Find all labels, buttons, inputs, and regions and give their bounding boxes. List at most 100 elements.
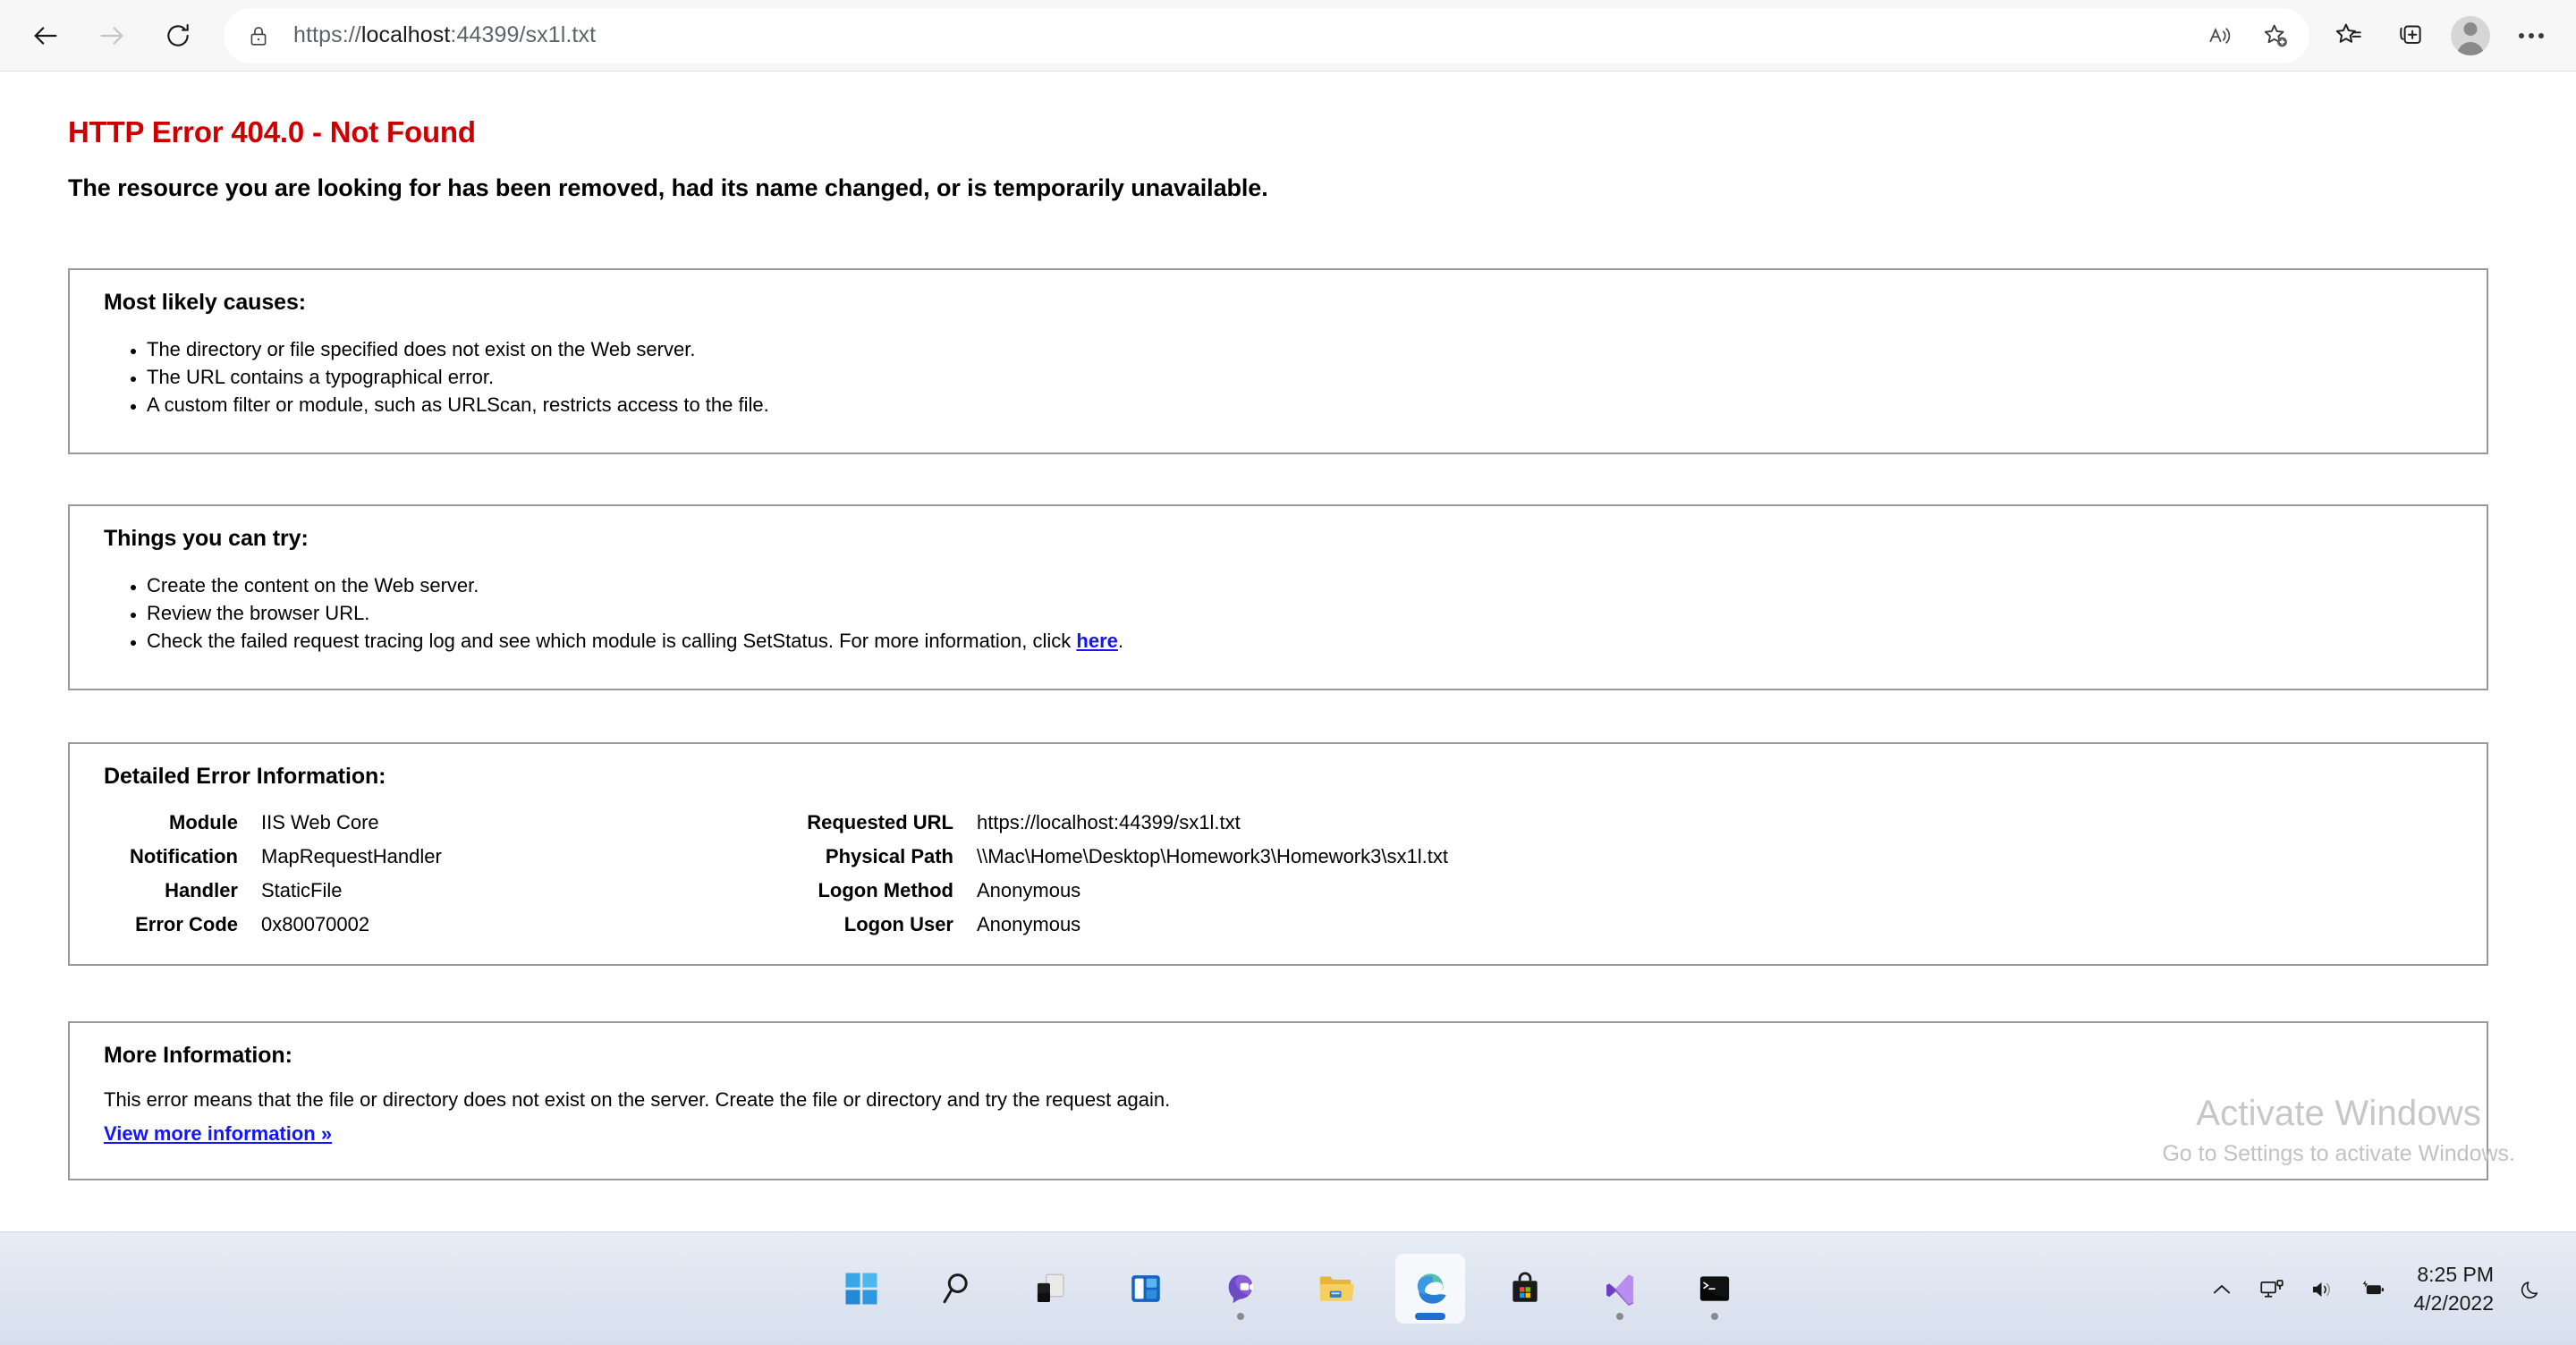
do-not-disturb-moon-icon [2521,1281,2538,1298]
battery-charging-icon [2363,1280,2385,1294]
volume-button[interactable] [2297,1254,2347,1325]
more-information-panel: More Information: This error means that … [68,1021,2488,1180]
url-path: :44399/sx1l.txt [450,22,597,47]
detail-value-notification: MapRequestHandler [261,845,442,867]
microsoft-store-button[interactable] [1490,1254,1560,1324]
more-info-heading: More Information: [104,1043,292,1068]
microsoft-edge-icon [1417,1273,1446,1304]
detail-key-module: Module [169,811,238,833]
visual-studio-button[interactable] [1585,1254,1655,1324]
microsoft-store-icon [1513,1272,1538,1302]
url-host: localhost [360,22,451,47]
network-button[interactable] [2247,1254,2297,1325]
read-aloud-button[interactable] [2195,11,2245,61]
profile-button[interactable] [2442,7,2499,64]
battery-button[interactable] [2347,1254,2397,1325]
url-scheme: https:// [293,22,361,47]
try-text-prefix: Check the failed request tracing log and… [147,630,1077,653]
widgets-icon [1131,1275,1160,1302]
detail-key-physical-path: Physical Path [825,845,953,867]
detail-value-module: IIS Web Core [261,811,379,833]
running-indicator [1616,1313,1623,1320]
back-button[interactable] [18,8,73,63]
clock-time: 8:25 PM [2417,1263,2494,1287]
collections-icon [2400,25,2421,44]
list-item: The URL contains a typographical error. [147,363,2487,391]
try-text-suffix: . [1117,630,1124,653]
address-bar-url: https://localhost:44399/sx1l.txt [293,22,596,48]
add-favorite-icon [2264,24,2287,47]
more-info-text: This error means that the file or direct… [104,1088,1171,1111]
edge-button[interactable] [1395,1254,1465,1324]
detail-key-logon-method: Logon Method [818,879,953,901]
more-options-icon [2519,32,2544,38]
chat-button[interactable] [1206,1254,1275,1324]
clock-date: 4/2/2022 [2413,1290,2494,1315]
settings-and-more-button[interactable] [2503,7,2560,64]
iis-error-page: HTTP Error 404.0 - Not Found The resourc… [0,72,2576,1231]
list-item: The directory or file specified does not… [147,335,2487,363]
back-arrow-icon [34,26,57,45]
view-more-information-link[interactable]: View more information » [104,1122,332,1146]
here-link[interactable]: here [1076,630,1117,652]
avatar [2451,15,2490,55]
browser-actions [2320,7,2576,64]
volume-icon [2313,1282,2331,1297]
widgets-button[interactable] [1111,1254,1181,1324]
chevron-up-icon [2214,1284,2231,1293]
search-icon [943,1273,968,1304]
try-heading: Things you can try: [104,526,309,551]
file-explorer-button[interactable] [1301,1254,1370,1324]
start-button[interactable] [826,1254,896,1324]
list-item: Review the browser URL. [147,599,2487,627]
detail-key-error-code: Error Code [135,913,238,935]
reload-button[interactable] [150,8,206,63]
detail-value-handler: StaticFile [261,879,343,901]
detail-key-logon-user: Logon User [843,913,953,935]
task-view-icon [1037,1273,1064,1303]
task-view-button[interactable] [1016,1254,1086,1324]
detailed-error-panel: Detailed Error Information: Module IIS W… [68,742,2488,966]
detail-value-logon-user: Anonymous [977,913,1081,935]
try-list: Create the content on the Web server. Re… [147,571,2487,656]
detail-value-requested-url: https://localhost:44399/sx1l.txt [977,811,1241,833]
detail-value-error-code: 0x80070002 [261,913,370,935]
chat-teams-icon [1228,1274,1253,1303]
file-explorer-icon [1319,1276,1354,1301]
add-favorite-button[interactable] [2250,11,2301,61]
clock[interactable]: 8:25 PM 4/2/2022 [2397,1261,2506,1316]
windows-logo-icon [845,1273,877,1305]
terminal-button[interactable] [1680,1254,1750,1324]
detail-value-physical-path: \\Mac\Home\Desktop\Homework3\Homework3\s… [977,845,1448,867]
most-likely-causes-panel: Most likely causes: The directory or fil… [68,268,2488,454]
reload-icon [167,23,189,47]
collections-button[interactable] [2381,7,2438,64]
favorites-button[interactable] [2320,7,2377,64]
show-hidden-icons-button[interactable] [2197,1254,2247,1325]
page-subtitle: The resource you are looking for has bee… [68,174,1268,201]
favorites-icon [2335,23,2361,43]
read-aloud-icon [2209,27,2231,44]
detail-value-logon-method: Anonymous [977,879,1081,901]
forward-arrow-icon [100,26,123,45]
address-bar[interactable]: https://localhost:44399/sx1l.txt [224,7,2309,63]
causes-heading: Most likely causes: [104,290,306,315]
causes-list: The directory or file specified does not… [147,335,2487,419]
windows-taskbar: 8:25 PM 4/2/2022 [0,1231,2576,1345]
list-item: Create the content on the Web server. [147,571,2487,599]
list-item: A custom filter or module, such as URLSc… [147,391,2487,419]
search-button[interactable] [921,1254,991,1324]
detailed-heading: Detailed Error Information: [104,764,386,789]
network-icon [2260,1279,2284,1298]
browser-toolbar: https://localhost:44399/sx1l.txt [0,0,2576,72]
things-you-can-try-panel: Things you can try: Create the content o… [68,504,2488,690]
notifications-button[interactable] [2506,1254,2556,1325]
forward-button[interactable] [84,8,140,63]
lock-icon [243,21,274,51]
detail-key-requested-url: Requested URL [807,811,953,833]
list-item: Check the failed request tracing log and… [147,627,2487,655]
taskbar-apps [826,1254,1750,1324]
page-title: HTTP Error 404.0 - Not Found [68,115,476,148]
terminal-icon [1699,1276,1730,1301]
detailed-error-table: Module IIS Web Core Requested URL https:… [104,806,2487,942]
